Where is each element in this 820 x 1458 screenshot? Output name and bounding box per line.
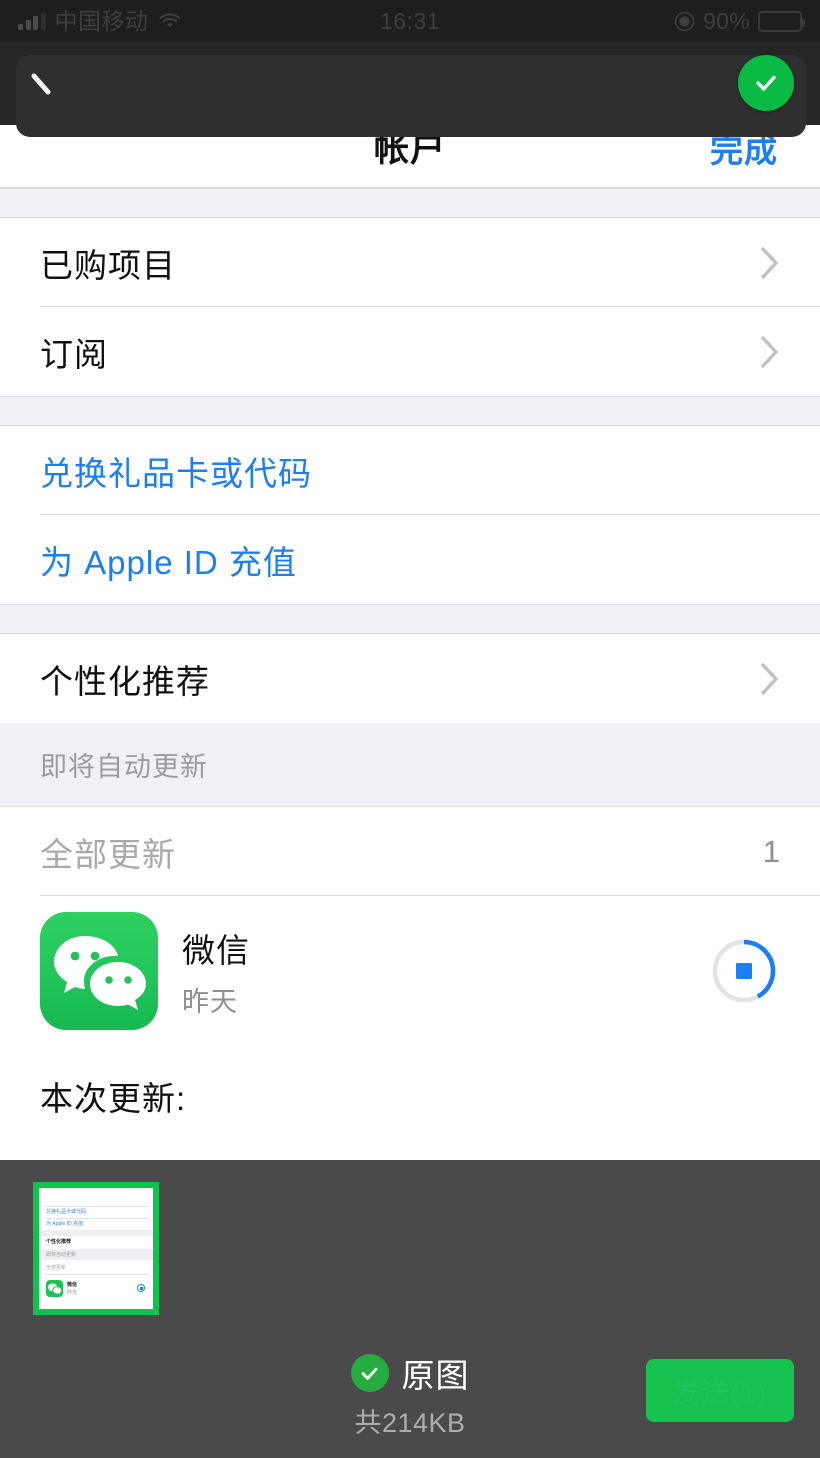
status-bar-left: 中国移动 [18, 7, 182, 34]
wifi-icon [158, 12, 182, 30]
update-all-label: 全部更新 [40, 835, 176, 873]
list-item-label: 已购项目 [40, 246, 176, 284]
photo-picker-bottom-bar: 兑换礼品卡或代码 为 Apple ID 充值 个性化推荐 即将自动更新 全部更新… [0, 1160, 820, 1458]
app-name-label: 微信 [182, 931, 250, 969]
chevron-right-icon [760, 662, 780, 696]
phone-screen: 中国移动 16:31 90% 帐户 完成 已购项目 订阅 兑换礼品卡或代码 为 … [0, 0, 820, 1458]
wechat-icon [40, 912, 158, 1030]
confirm-selection-button[interactable] [738, 55, 794, 111]
total-size-label: 共214KB [354, 1408, 466, 1438]
original-image-toggle[interactable]: 原图 [350, 1349, 470, 1397]
original-checked-icon [350, 1354, 389, 1392]
signal-bars-icon [18, 12, 46, 30]
app-update-row-wechat[interactable]: 微信 昨天 [0, 896, 820, 1046]
section-header-upcoming-updates: 即将自动更新 [0, 723, 820, 807]
app-update-date-label: 昨天 [182, 986, 238, 1017]
original-image-label: 原图 [401, 1357, 470, 1394]
whats-new-heading: 本次更新: [0, 1046, 820, 1117]
list-gap-2 [0, 604, 820, 634]
checkmark-icon [751, 68, 781, 98]
thumb-wechat-icon [46, 1280, 63, 1297]
download-progress-button[interactable] [708, 935, 780, 1007]
list-item-label: 个性化推荐 [40, 662, 210, 700]
carrier-label: 中国移动 [54, 7, 149, 34]
list-item-label: 订阅 [40, 335, 108, 373]
list-item-update-all[interactable]: 全部更新 1 [0, 807, 820, 896]
thumb-line-3: 个性化推荐 [46, 1239, 72, 1245]
stop-square-icon [736, 963, 752, 979]
status-bar: 中国移动 16:31 90% [0, 0, 820, 42]
chevron-right-icon [760, 335, 780, 369]
thumb-app-name: 微信 [67, 1282, 78, 1288]
thumb-line-2: 为 Apple ID 充值 [46, 1221, 83, 1227]
toolbar-card-background [16, 55, 806, 137]
list-item-subscriptions[interactable]: 订阅 [0, 307, 820, 396]
thumb-app-sub: 昨天 [67, 1290, 78, 1296]
list-item-redeem-gift-card[interactable]: 兑换礼品卡或代码 [0, 426, 820, 515]
battery-icon [758, 10, 805, 32]
back-chevron-icon[interactable] [28, 68, 62, 102]
thumbnail-preview-canvas: 兑换礼品卡或代码 为 Apple ID 充值 个性化推荐 即将自动更新 全部更新… [39, 1188, 153, 1309]
selected-photo-thumbnail[interactable]: 兑换礼品卡或代码 为 Apple ID 充值 个性化推荐 即将自动更新 全部更新… [33, 1182, 159, 1315]
thumb-line-5: 全部更新 [46, 1265, 67, 1271]
list-item-label: 为 Apple ID 充值 [40, 543, 297, 581]
navbar-divider [0, 187, 820, 188]
thumb-line-4: 即将自动更新 [46, 1252, 77, 1258]
list-item-purchased[interactable]: 已购项目 [0, 218, 820, 307]
list-item-personalized-recommendations[interactable]: 个性化推荐 [0, 634, 820, 723]
rotation-lock-icon [674, 11, 695, 32]
update-all-count: 1 [762, 833, 780, 869]
send-button[interactable]: 发送(1) [646, 1359, 794, 1422]
list-gap-top [0, 188, 820, 218]
list-item-label: 兑换礼品卡或代码 [40, 454, 312, 492]
status-bar-right: 90% [674, 7, 805, 35]
chevron-right-icon [760, 246, 780, 280]
battery-percent-label: 90% [703, 7, 750, 34]
thumb-progress-icon [137, 1284, 145, 1292]
app-text-block: 微信 昨天 [182, 924, 250, 1019]
picker-top-toolbar [0, 42, 820, 137]
list-item-add-funds[interactable]: 为 Apple ID 充值 [0, 515, 820, 604]
thumb-line-1: 兑换礼品卡或代码 [46, 1209, 87, 1215]
list-gap-1 [0, 396, 820, 426]
